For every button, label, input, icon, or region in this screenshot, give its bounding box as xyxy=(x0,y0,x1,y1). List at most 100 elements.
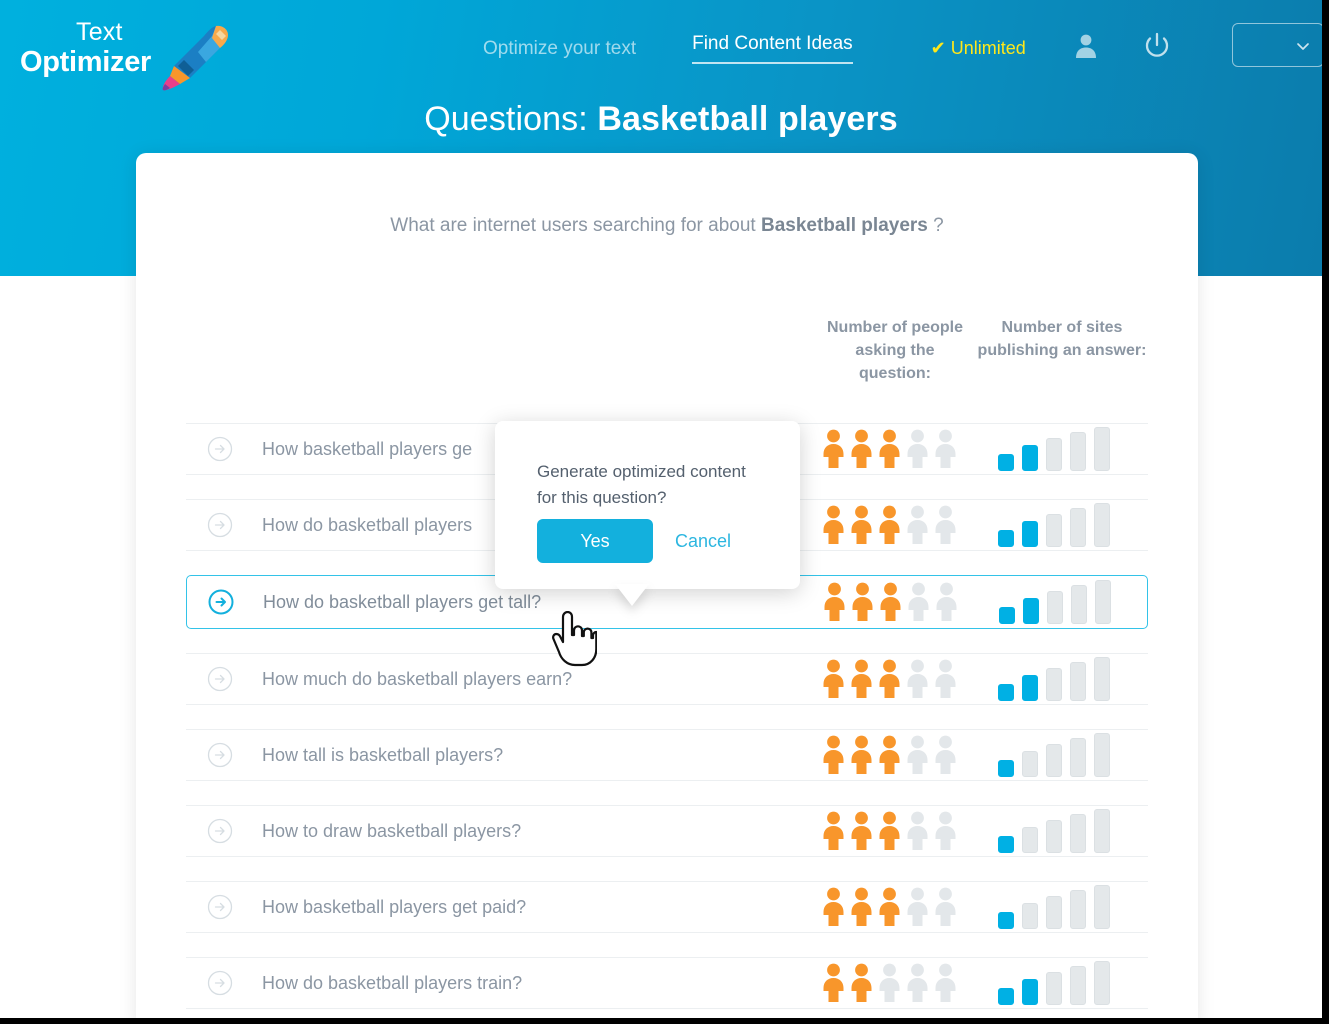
sites-publishing-meter xyxy=(998,657,1110,701)
person-filled-icon xyxy=(879,887,900,926)
bar-empty xyxy=(1046,972,1062,1005)
bar-empty xyxy=(1046,438,1062,471)
bar-empty xyxy=(1094,809,1110,853)
cancel-button[interactable]: Cancel xyxy=(675,531,731,552)
table-row[interactable]: How much do basketball players earn? xyxy=(186,653,1148,705)
sites-publishing-meter xyxy=(998,961,1110,1005)
row-arrow-icon[interactable] xyxy=(207,666,233,692)
screen-edge-bottom xyxy=(0,1018,1329,1024)
chevron-down-icon xyxy=(1297,43,1309,50)
table-row[interactable]: How to draw basketball players? xyxy=(186,805,1148,857)
person-filled-icon xyxy=(879,735,900,774)
bar-filled xyxy=(998,530,1014,547)
people-asking-meter xyxy=(822,811,957,851)
person-filled-icon xyxy=(879,505,900,544)
row-arrow-icon[interactable] xyxy=(208,589,234,615)
page-title-topic: Basketball players xyxy=(597,100,898,138)
bar-empty xyxy=(1046,514,1062,547)
person-filled-icon xyxy=(880,582,901,621)
person-icon[interactable] xyxy=(1074,33,1098,59)
people-asking-meter xyxy=(822,963,957,1003)
app-page: Text Optimizer Optimize your text Find C… xyxy=(0,0,1329,1024)
column-header-people: Number of people asking the question: xyxy=(826,319,963,383)
person-empty-icon xyxy=(908,582,929,621)
power-icon[interactable] xyxy=(1144,32,1170,60)
person-filled-icon xyxy=(851,505,872,544)
person-empty-icon xyxy=(907,811,928,850)
bar-empty xyxy=(1094,733,1110,777)
person-empty-icon xyxy=(907,429,928,468)
person-empty-icon xyxy=(935,735,956,774)
person-empty-icon xyxy=(935,429,956,468)
people-asking-meter xyxy=(822,887,957,927)
person-filled-icon xyxy=(823,963,844,1002)
row-arrow-icon[interactable] xyxy=(207,742,233,768)
row-question-text: How tall is basketball players? xyxy=(262,744,504,765)
person-empty-icon xyxy=(935,659,956,698)
person-empty-icon xyxy=(936,582,957,621)
bar-empty xyxy=(1094,503,1110,547)
yes-button[interactable]: Yes xyxy=(537,519,653,563)
bar-filled xyxy=(998,760,1014,777)
row-arrow-icon[interactable] xyxy=(207,894,233,920)
bar-empty xyxy=(1022,827,1038,853)
bar-empty xyxy=(1046,744,1062,777)
table-row[interactable]: How do basketball players train? xyxy=(186,957,1148,1009)
bar-filled xyxy=(1022,521,1038,547)
person-filled-icon xyxy=(823,429,844,468)
bar-empty xyxy=(1094,657,1110,701)
person-empty-icon xyxy=(907,505,928,544)
bar-empty xyxy=(1046,896,1062,929)
person-filled-icon xyxy=(823,887,844,926)
nav-item-unlimited-badge[interactable]: ✔ Unlimited xyxy=(881,38,1054,59)
bar-filled xyxy=(1022,979,1038,1005)
sites-publishing-meter xyxy=(998,503,1110,547)
popup-message: Generate optimized content for this ques… xyxy=(537,462,746,508)
table-row[interactable]: How basketball players get paid? xyxy=(186,881,1148,933)
bar-empty xyxy=(1070,890,1086,929)
person-filled-icon xyxy=(823,811,844,850)
sites-publishing-meter xyxy=(998,809,1110,853)
nav-item-find-content-ideas[interactable]: Find Content Ideas xyxy=(664,33,881,64)
bar-filled xyxy=(1022,675,1038,701)
bar-empty xyxy=(1046,820,1062,853)
people-asking-meter xyxy=(823,582,958,622)
row-arrow-icon[interactable] xyxy=(207,512,233,538)
people-asking-meter xyxy=(822,735,957,775)
column-header-sites: Number of sites publishing an answer: xyxy=(977,319,1147,360)
row-arrow-icon[interactable] xyxy=(207,818,233,844)
bar-empty xyxy=(1046,668,1062,701)
account-dropdown[interactable] xyxy=(1232,23,1324,67)
person-filled-icon xyxy=(851,887,872,926)
bar-filled xyxy=(999,607,1015,624)
brand-logo[interactable]: Text Optimizer xyxy=(20,16,228,91)
bar-empty xyxy=(1094,427,1110,471)
person-empty-icon xyxy=(907,963,928,1002)
person-filled-icon xyxy=(851,659,872,698)
table-row[interactable]: How tall is basketball players? xyxy=(186,729,1148,781)
popup-tail xyxy=(615,584,649,606)
nav-item-optimize-your-text[interactable]: Optimize your text xyxy=(455,38,664,60)
bar-empty xyxy=(1070,738,1086,777)
row-arrow-icon[interactable] xyxy=(207,970,233,996)
person-filled-icon xyxy=(879,811,900,850)
person-filled-icon xyxy=(851,735,872,774)
person-filled-icon xyxy=(823,735,844,774)
sites-publishing-meter xyxy=(998,427,1110,471)
bar-empty xyxy=(1047,591,1063,624)
person-filled-icon xyxy=(851,811,872,850)
person-empty-icon xyxy=(907,659,928,698)
bar-filled xyxy=(998,988,1014,1005)
person-filled-icon xyxy=(823,505,844,544)
person-filled-icon xyxy=(824,582,845,621)
row-question-text: How do basketball players train? xyxy=(262,972,523,993)
bar-empty xyxy=(1070,814,1086,853)
main-nav: Optimize your text Find Content Ideas ✔ … xyxy=(455,33,1054,64)
row-arrow-icon[interactable] xyxy=(207,436,233,462)
subtitle-suffix: ? xyxy=(933,215,944,236)
row-question-text: How do basketball players xyxy=(262,514,473,535)
page-title-prefix: Questions: xyxy=(424,100,588,138)
generate-content-popup: Generate optimized content for this ques… xyxy=(495,421,800,589)
sites-publishing-meter xyxy=(998,733,1110,777)
bar-empty xyxy=(1071,585,1087,624)
